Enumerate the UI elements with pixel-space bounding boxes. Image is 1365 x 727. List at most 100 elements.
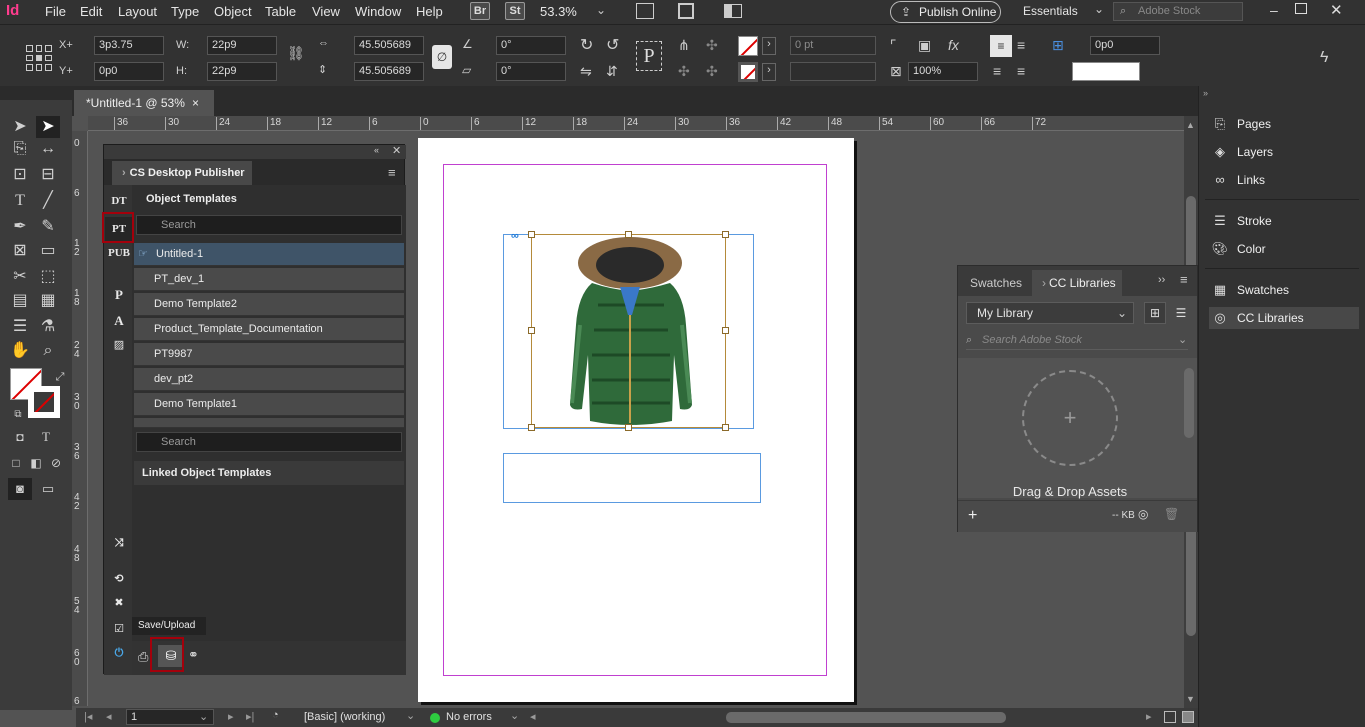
scale-x-field[interactable]: 45.505689: [354, 36, 424, 55]
scroll-down-icon[interactable]: ▼: [1186, 694, 1195, 704]
close-icon[interactable]: ✕: [1330, 1, 1343, 19]
chevron-down-icon[interactable]: ⌄: [510, 709, 519, 722]
add-icon[interactable]: +: [968, 507, 977, 525]
template-item[interactable]: Product_Template_Documentation: [134, 318, 404, 341]
text-frame-icon[interactable]: P: [636, 41, 662, 71]
template-item[interactable]: PT_dev_1: [134, 268, 404, 291]
dock-item-stroke[interactable]: ☰ Stroke: [1209, 210, 1359, 232]
rotate-cw-icon[interactable]: ↻: [580, 35, 593, 55]
image-icon[interactable]: ▨: [105, 333, 133, 357]
effects-icon[interactable]: fx: [948, 37, 959, 53]
offset-field[interactable]: 0p0: [1090, 36, 1160, 55]
content-placer-icon[interactable]: ⊟: [36, 164, 60, 186]
resize-handle[interactable]: [722, 424, 729, 431]
workspace-switcher[interactable]: Essentials: [1023, 4, 1078, 18]
apply-none-icon[interactable]: ⊘: [44, 452, 68, 474]
chevron-down-icon[interactable]: ⌄: [596, 3, 606, 17]
next-page-icon[interactable]: ▸: [228, 710, 234, 723]
publish-online-button[interactable]: ⇪ Publish Online: [890, 1, 1001, 23]
rotation-field[interactable]: 0°: [496, 36, 566, 55]
chevron-right-icon[interactable]: ›: [762, 37, 776, 55]
chevron-down-icon[interactable]: ⌄: [406, 709, 415, 722]
grid-view-icon[interactable]: ⊞: [1144, 302, 1166, 324]
stroke-type-select[interactable]: [790, 62, 876, 81]
stroke-weight-field[interactable]: 0 pt: [790, 36, 876, 55]
expand-dock-icon[interactable]: »: [1203, 88, 1208, 98]
panel-menu-icon[interactable]: ≡: [1180, 272, 1188, 287]
stroke-swatch[interactable]: [738, 62, 758, 82]
direct-selection-tool-icon[interactable]: ➤: [36, 116, 60, 138]
y-position-field[interactable]: 0p0: [94, 62, 164, 81]
menu-edit[interactable]: Edit: [80, 4, 102, 19]
scroll-thumb[interactable]: [1184, 368, 1194, 438]
gradient-swatch-tool-icon[interactable]: ▤: [8, 290, 32, 312]
scroll-right-icon[interactable]: ▸: [1146, 710, 1152, 723]
free-transform-tool-icon[interactable]: ⬚: [36, 266, 60, 288]
select-content-icon[interactable]: ✣: [706, 37, 718, 54]
tab-untitled-1[interactable]: *Untitled-1 @ 53% ×: [74, 90, 214, 116]
restore-icon[interactable]: [1295, 3, 1307, 14]
page-tool-icon[interactable]: ⎘: [8, 138, 32, 160]
h-scroll-thumb[interactable]: [726, 712, 1006, 723]
select-container-icon[interactable]: ⋔: [678, 37, 690, 54]
new-document-icon[interactable]: ⎙: [138, 649, 148, 665]
template-item[interactable]: Demo Template2: [134, 293, 404, 316]
link-icon[interactable]: ∞: [511, 230, 519, 242]
flip-horizontal-icon[interactable]: ⇋: [580, 63, 592, 80]
minimize-icon[interactable]: –: [1270, 2, 1278, 18]
menu-window[interactable]: Window: [355, 4, 401, 19]
opacity-field[interactable]: 100%: [908, 62, 978, 81]
stock-search-input[interactable]: ⌕ Adobe Stock: [1113, 2, 1243, 21]
resize-handle[interactable]: [625, 424, 632, 431]
side-tab-a[interactable]: A: [105, 309, 133, 333]
text-frame[interactable]: [503, 453, 761, 503]
window-view-icon[interactable]: [1182, 711, 1194, 723]
list-view-icon[interactable]: ☰: [1170, 302, 1192, 324]
menu-table[interactable]: Table: [265, 4, 296, 19]
menu-help[interactable]: Help: [416, 4, 443, 19]
reference-point-icon[interactable]: [26, 45, 52, 71]
side-tab-pub[interactable]: PUB: [105, 241, 133, 265]
menu-type[interactable]: Type: [171, 4, 199, 19]
gradient-feather-tool-icon[interactable]: ▦: [36, 290, 60, 312]
line-tool-icon[interactable]: ╱: [36, 190, 60, 212]
scissors-tool-icon[interactable]: ✂: [8, 266, 32, 288]
default-colors-icon[interactable]: ⧉: [6, 404, 30, 426]
formatting-text-icon[interactable]: T: [34, 426, 58, 448]
library-select[interactable]: My Library ⌄: [966, 302, 1134, 324]
open-page-icon[interactable]: ◔: [272, 709, 279, 721]
menu-layout[interactable]: Layout: [118, 4, 157, 19]
formatting-container-icon[interactable]: ◘: [8, 426, 32, 448]
swap-colors-icon[interactable]: ⤢: [48, 366, 72, 388]
stroke-style-preview[interactable]: [1072, 62, 1140, 81]
x-position-field[interactable]: 3p3.75: [94, 36, 164, 55]
template-item-partial[interactable]: [134, 418, 404, 428]
template-search-input[interactable]: Search: [136, 215, 402, 235]
linked-search-input[interactable]: Search: [136, 432, 402, 452]
align-justify-icon[interactable]: ≡: [1017, 63, 1025, 79]
menu-file[interactable]: File: [45, 4, 66, 19]
drop-zone[interactable]: + Drag & Drop Assets: [958, 358, 1197, 499]
constrain-proportions-icon[interactable]: ⛓: [287, 45, 305, 62]
align-right-icon[interactable]: ≡: [993, 63, 1001, 79]
pencil-tool-icon[interactable]: ✎: [36, 216, 60, 238]
resize-handle[interactable]: [722, 327, 729, 334]
scale-y-field[interactable]: 45.505689: [354, 62, 424, 81]
split-view-icon[interactable]: [1164, 711, 1176, 723]
zoom-tool-icon[interactable]: ⌕: [36, 340, 60, 362]
normal-view-mode-icon[interactable]: ◙: [8, 478, 32, 500]
rotate-ccw-icon[interactable]: ↺: [606, 35, 619, 55]
select-previous-icon[interactable]: ✣: [678, 63, 690, 80]
resize-handle[interactable]: [625, 231, 632, 238]
side-tab-p[interactable]: P: [105, 283, 133, 307]
chevron-down-icon[interactable]: ⌄: [1094, 2, 1104, 16]
checkbox-icon[interactable]: ☑: [105, 617, 133, 641]
selection-tool-icon[interactable]: ➤: [8, 116, 32, 138]
fill-swatch[interactable]: [738, 36, 758, 56]
tab-cc-libraries[interactable]: › CC Libraries: [1032, 270, 1122, 296]
width-field[interactable]: 22p9: [207, 36, 277, 55]
note-tool-icon[interactable]: ☰: [8, 316, 32, 338]
power-icon[interactable]: ⏻: [105, 641, 133, 665]
resize-handle[interactable]: [722, 231, 729, 238]
drop-shadow-icon[interactable]: ▣: [918, 37, 931, 54]
